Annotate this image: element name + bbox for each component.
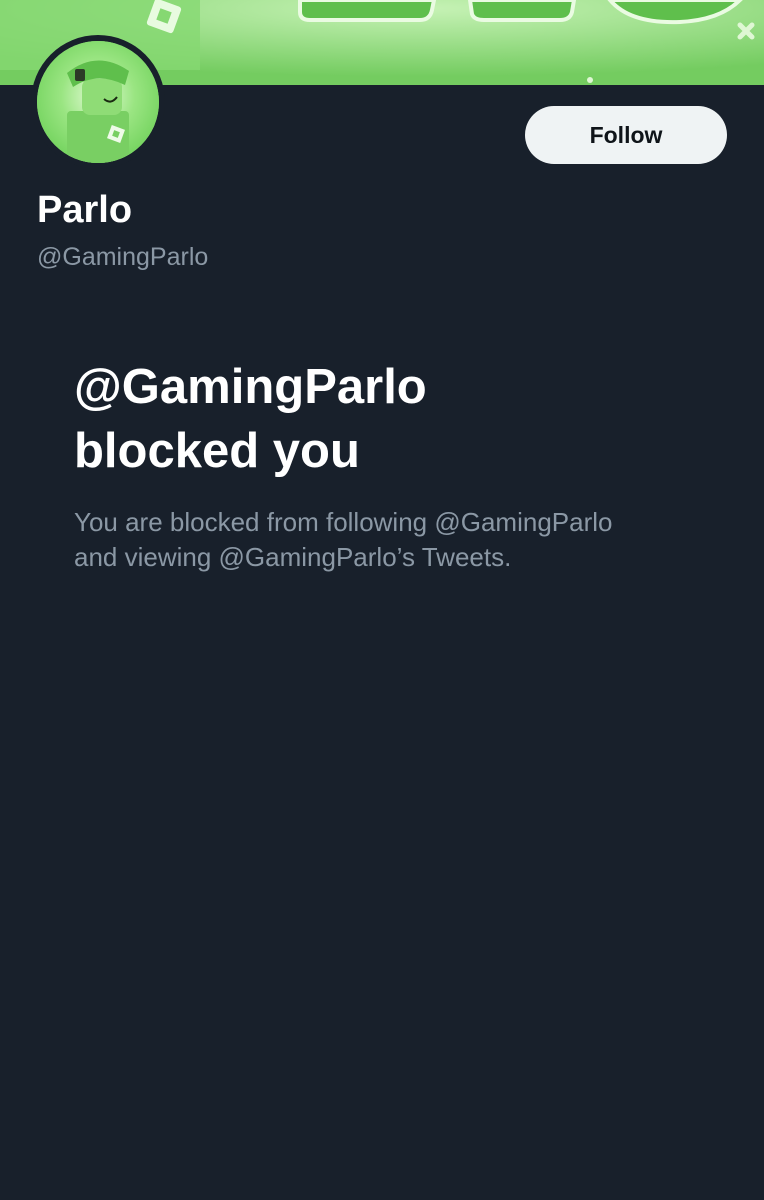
profile-page: Follow Parlo @GamingParlo @GamingParlo b… [0,0,764,1200]
blocked-description: You are blocked from following @GamingPa… [74,505,714,575]
blocked-description-line: You are blocked from following @GamingPa… [74,507,613,537]
profile-display-name: Parlo [37,189,133,231]
follow-button[interactable]: Follow [525,106,727,164]
blocked-title: @GamingParlo blocked you [74,355,714,483]
profile-handle: @GamingParlo [37,243,209,271]
avatar-image [37,41,159,163]
avatar[interactable] [31,35,165,169]
blocked-description-line: and viewing @GamingParlo’s Tweets. [74,542,512,572]
blocked-title-line: blocked you [74,424,360,478]
blocked-title-line: @GamingParlo [74,360,427,414]
